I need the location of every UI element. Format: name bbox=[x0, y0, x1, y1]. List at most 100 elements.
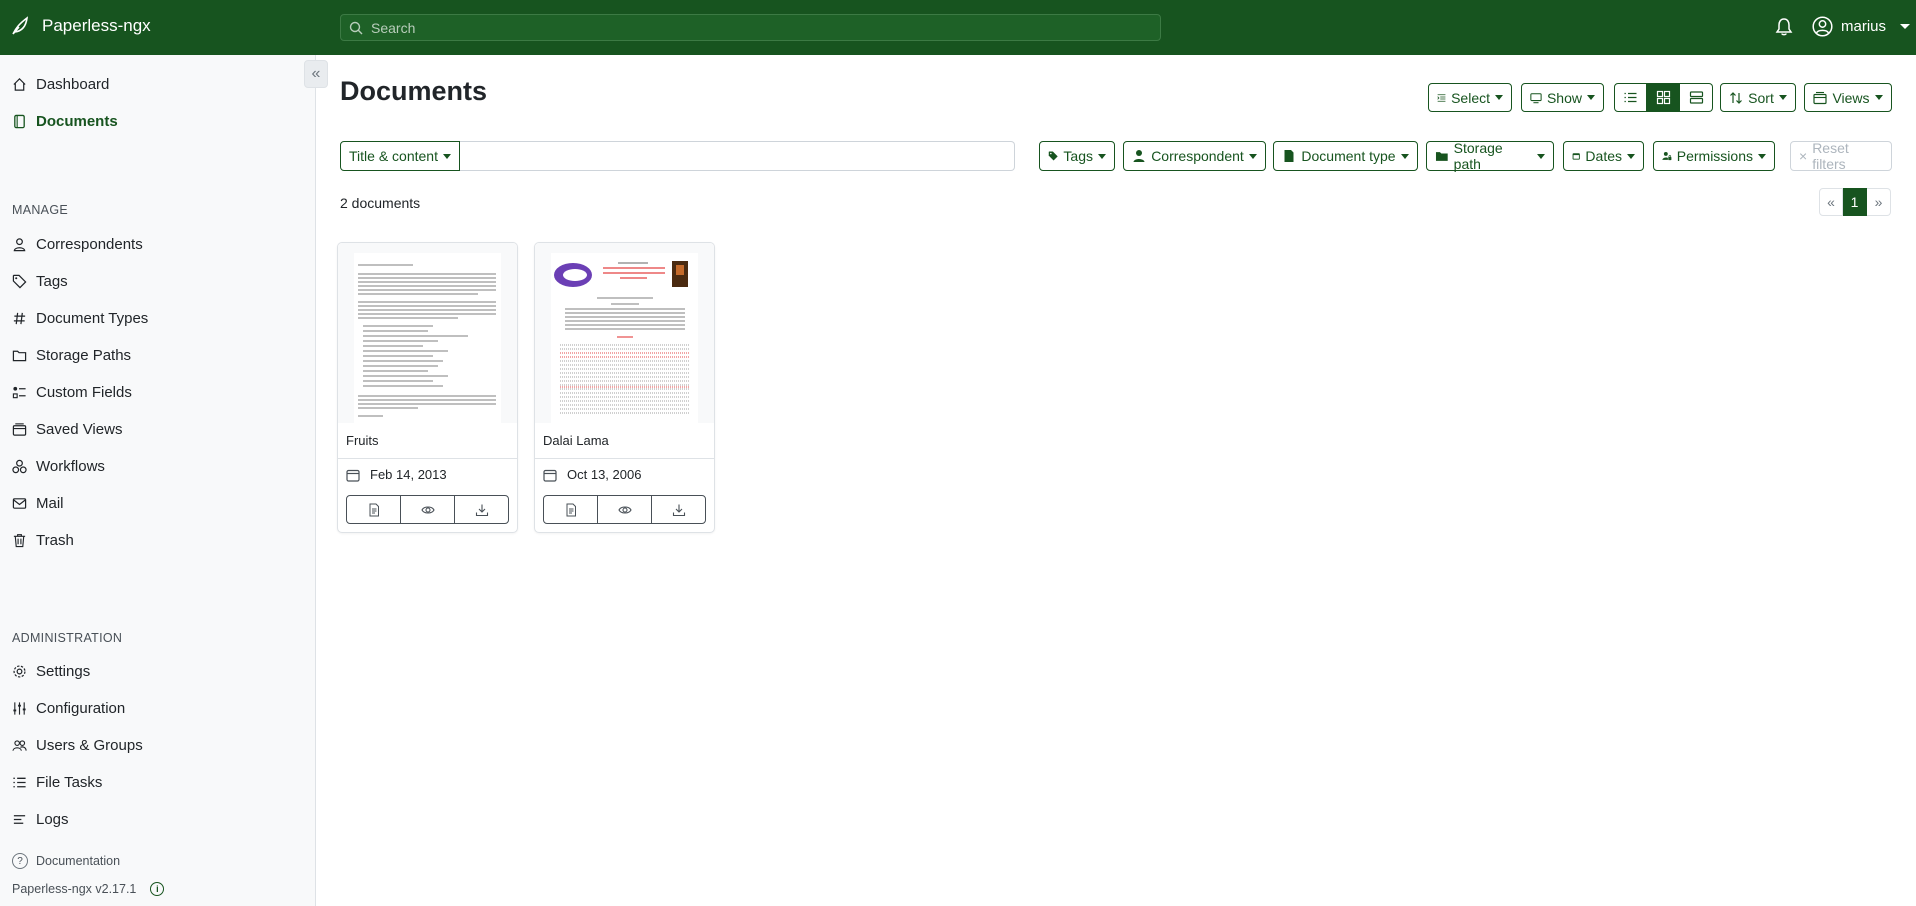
sort-arrows-icon bbox=[1730, 91, 1743, 104]
sidebar-item-custom-fields[interactable]: Custom Fields bbox=[12, 381, 132, 403]
select-dropdown-button[interactable]: Select bbox=[1428, 83, 1512, 112]
pagination-next[interactable]: » bbox=[1867, 188, 1891, 216]
open-details-button[interactable] bbox=[544, 496, 597, 523]
sidebar-item-storage-paths[interactable]: Storage Paths bbox=[12, 344, 131, 366]
sidebar-item-logs[interactable]: Logs bbox=[12, 808, 69, 830]
pagination-page-1[interactable]: 1 bbox=[1843, 188, 1867, 216]
sidebar-item-tags[interactable]: Tags bbox=[12, 270, 68, 292]
caret-down-icon bbox=[1587, 95, 1595, 100]
rows-icon bbox=[1689, 91, 1703, 104]
sidebar-item-documents[interactable]: Documents bbox=[12, 110, 118, 132]
brand-link[interactable]: Paperless-ngx bbox=[10, 16, 151, 36]
gear-icon bbox=[13, 664, 26, 678]
list-icon bbox=[1624, 92, 1637, 103]
views-dropdown-button[interactable]: Views bbox=[1804, 83, 1892, 112]
caret-down-icon bbox=[1400, 153, 1409, 159]
person-circle-icon bbox=[1812, 16, 1833, 37]
sidebar-item-saved-views[interactable]: Saved Views bbox=[12, 418, 122, 440]
top-navbar: Paperless-ngx marius bbox=[0, 0, 1916, 55]
page-title: Documents bbox=[340, 76, 488, 106]
sidebar-item-configuration[interactable]: Configuration bbox=[12, 697, 125, 719]
pagination-prev[interactable]: « bbox=[1819, 188, 1843, 216]
document-type-filter-button[interactable]: Document type bbox=[1273, 141, 1418, 171]
caret-down-icon bbox=[1758, 153, 1766, 159]
tags-filter-button[interactable]: Tags bbox=[1039, 141, 1115, 171]
sidebar-item-workflows[interactable]: Workflows bbox=[12, 455, 105, 477]
file-fill-icon bbox=[1284, 150, 1294, 162]
open-details-button[interactable] bbox=[347, 496, 400, 523]
person-fill-icon bbox=[1133, 150, 1145, 162]
document-date: Feb 14, 2013 bbox=[346, 467, 447, 482]
preview-button[interactable] bbox=[597, 496, 651, 523]
display-icon bbox=[1530, 92, 1542, 103]
dates-filter-button[interactable]: Dates bbox=[1563, 141, 1644, 171]
document-title: Dalai Lama bbox=[543, 433, 609, 448]
document-card[interactable]: Dalai Lama Oct 13, 2006 bbox=[534, 242, 715, 533]
caret-down-icon bbox=[1495, 95, 1503, 100]
sidebar-item-dashboard[interactable]: Dashboard bbox=[12, 73, 109, 95]
download-button[interactable] bbox=[651, 496, 705, 523]
download-button[interactable] bbox=[454, 496, 508, 523]
list-task-icon bbox=[13, 777, 26, 787]
search-input[interactable] bbox=[371, 19, 1131, 36]
document-title: Fruits bbox=[346, 433, 379, 448]
person-lock-icon bbox=[1662, 151, 1672, 161]
download-icon bbox=[672, 504, 685, 516]
collapse-sidebar-button[interactable]: « bbox=[304, 60, 328, 88]
notifications-bell-icon[interactable] bbox=[1774, 17, 1794, 37]
thumbnail-preview bbox=[354, 253, 501, 423]
small-cards-view-button[interactable] bbox=[1647, 83, 1680, 112]
preview-button[interactable] bbox=[400, 496, 454, 523]
text-filter-input[interactable] bbox=[459, 141, 1015, 171]
sidebar-item-settings[interactable]: Settings bbox=[12, 660, 90, 682]
text-indent-icon bbox=[1437, 93, 1446, 102]
sidebar-item-document-types[interactable]: Document Types bbox=[12, 307, 148, 329]
document-thumbnail[interactable] bbox=[338, 243, 517, 423]
sidebar-item-file-tasks[interactable]: File Tasks bbox=[12, 771, 102, 793]
table-view-button[interactable] bbox=[1614, 83, 1647, 112]
folder-icon bbox=[12, 350, 27, 361]
global-search[interactable] bbox=[340, 14, 1161, 41]
document-count: 2 documents bbox=[340, 195, 421, 211]
eye-icon bbox=[617, 505, 632, 514]
sliders-icon bbox=[13, 701, 26, 715]
text-filter-mode-dropdown[interactable]: Title & content bbox=[340, 141, 460, 171]
document-thumbnail[interactable] bbox=[535, 243, 714, 423]
chevron-down-icon bbox=[1900, 24, 1911, 29]
file-icon bbox=[14, 114, 25, 128]
trash-icon bbox=[13, 533, 26, 547]
user-menu[interactable]: marius bbox=[1812, 16, 1911, 37]
sidebar-item-users-groups[interactable]: Users & Groups bbox=[12, 734, 143, 756]
calendar-fill-icon bbox=[1572, 153, 1580, 160]
sort-dropdown-button[interactable]: Sort bbox=[1720, 83, 1796, 112]
sidebar-item-mail[interactable]: Mail bbox=[12, 492, 64, 514]
app-name: Paperless-ngx bbox=[42, 16, 151, 35]
download-icon bbox=[475, 504, 488, 516]
sidebar-item-correspondents[interactable]: Correspondents bbox=[12, 233, 143, 255]
sidebar-item-trash[interactable]: Trash bbox=[12, 529, 74, 551]
reset-filters-button[interactable]: × Reset filters bbox=[1790, 140, 1892, 172]
people-icon bbox=[12, 739, 27, 751]
permissions-filter-button[interactable]: Permissions bbox=[1653, 141, 1775, 171]
window-stack-icon bbox=[1813, 91, 1828, 104]
info-circle-icon[interactable]: i bbox=[150, 882, 165, 896]
correspondent-filter-button[interactable]: Correspondent bbox=[1123, 141, 1266, 171]
storage-path-filter-button[interactable]: Storage path bbox=[1426, 140, 1554, 172]
document-date: Oct 13, 2006 bbox=[543, 467, 641, 482]
document-card[interactable]: Fruits Feb 14, 2013 bbox=[337, 242, 518, 533]
text-filter: Title & content bbox=[340, 141, 1015, 171]
envelope-icon bbox=[12, 497, 27, 509]
caret-down-icon bbox=[1537, 153, 1545, 159]
caret-down-icon bbox=[1627, 153, 1635, 159]
show-dropdown-button[interactable]: Show bbox=[1521, 83, 1604, 112]
version-info: Paperless-ngx v2.17.1 i bbox=[12, 882, 165, 896]
username: marius bbox=[1841, 18, 1887, 35]
thumbnail-preview bbox=[551, 253, 698, 423]
large-cards-view-button[interactable] bbox=[1680, 83, 1713, 112]
file-text-icon bbox=[566, 503, 576, 516]
hash-icon bbox=[13, 312, 26, 324]
caret-down-icon bbox=[1874, 95, 1883, 100]
chevrons-left-icon: « bbox=[311, 65, 321, 82]
documentation-link[interactable]: ? Documentation bbox=[12, 853, 120, 869]
caret-down-icon bbox=[1098, 153, 1106, 159]
